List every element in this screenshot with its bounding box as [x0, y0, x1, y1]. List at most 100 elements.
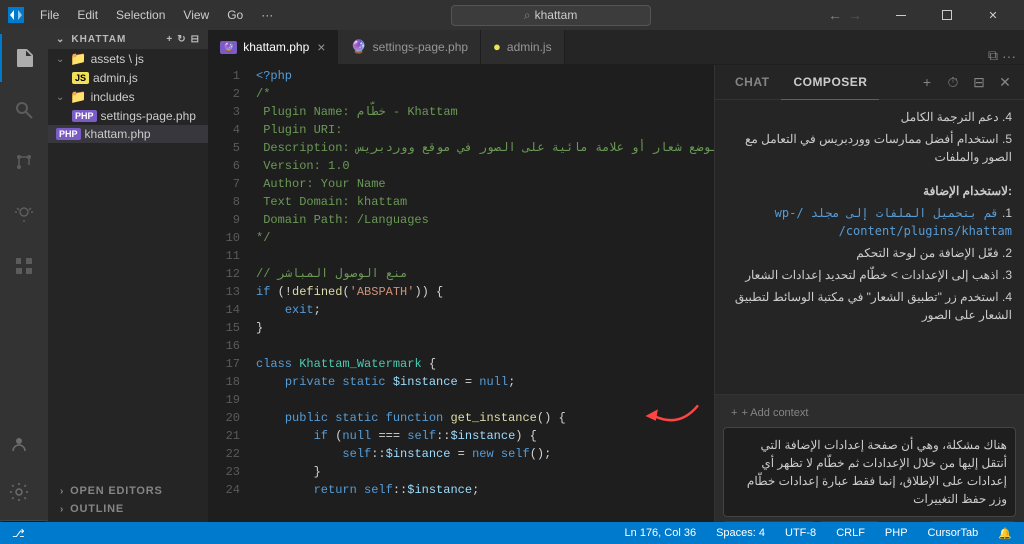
tab-close-icon[interactable]: ×: [317, 39, 325, 55]
tab-actions: ⧉ ···: [980, 47, 1024, 64]
panel-header-actions: + ⏱ ⊟ ✕: [916, 71, 1016, 93]
code-line-15: }: [248, 319, 714, 337]
js-tab-icon: ●: [493, 39, 501, 54]
sidebar-item-settings-page[interactable]: PHP settings-page.php: [48, 107, 208, 125]
sidebar-item-khattam[interactable]: PHP khattam.php: [48, 125, 208, 143]
new-chat-button[interactable]: +: [916, 71, 938, 93]
tab-chat[interactable]: CHAT: [723, 65, 781, 100]
sidebar-item-adminjs[interactable]: JS admin.js: [48, 69, 208, 87]
code-line-2: /*: [248, 85, 714, 103]
line-ending[interactable]: CRLF: [832, 527, 869, 539]
activity-explorer[interactable]: [0, 34, 48, 82]
sidebar-section-outline[interactable]: › OUTLINE: [48, 500, 208, 518]
code-line-14: exit;: [248, 301, 714, 319]
menu-selection[interactable]: Selection: [108, 6, 173, 24]
sidebar-item-label: khattam.php: [85, 127, 151, 141]
status-bar: ⎇ Ln 176, Col 36 Spaces: 4 UTF-8 CRLF PH…: [0, 522, 1024, 544]
chat-input-text: هناك مشكلة، وهي أن صفحة إعدادات الإضافة …: [747, 438, 1007, 506]
activity-debug[interactable]: [0, 190, 48, 238]
indentation[interactable]: Spaces: 4: [712, 527, 769, 539]
activity-account[interactable]: [0, 420, 43, 468]
sidebar-item-label: admin.js: [93, 71, 138, 85]
cursor-tool[interactable]: CursorTab: [924, 527, 983, 539]
activity-settings[interactable]: [0, 468, 43, 516]
chat-message-install-2: 2. فعّل الإضافة من لوحة التحكم: [727, 244, 1012, 262]
menu-view[interactable]: View: [175, 6, 217, 24]
app-icon: [8, 7, 24, 23]
code-line-5: Description: إضافة لوضع شعار أو علامة ما…: [248, 139, 714, 157]
maximize-button[interactable]: [924, 0, 970, 30]
editor-tabs: 🔮 khattam.php × 🔮 settings-page.php ● ad…: [208, 30, 1024, 65]
menu-more[interactable]: ···: [253, 6, 281, 24]
chat-input[interactable]: هناك مشكلة، وهي أن صفحة إعدادات الإضافة …: [723, 427, 1016, 517]
code-line-3: Plugin Name: خطّام - Khattam: [248, 103, 714, 121]
sidebar-refresh-icon[interactable]: ↻: [177, 34, 186, 45]
activity-git[interactable]: [0, 138, 48, 186]
plus-icon: +: [731, 407, 737, 419]
sidebar-new-file-icon[interactable]: +: [166, 34, 173, 45]
sidebar-item-label: settings-page.php: [101, 109, 196, 123]
chat-message-install-3: 3. اذهب إلى الإعدادات > خطّام لتحديد إعد…: [727, 266, 1012, 284]
code-line-24: return self::$instance;: [248, 481, 714, 499]
menu-file[interactable]: File: [32, 6, 67, 24]
activity-extensions[interactable]: [0, 242, 48, 290]
section-label: OUTLINE: [70, 503, 124, 515]
close-button[interactable]: ✕: [970, 0, 1016, 30]
chat-message-5: 5. استخدام أفضل ممارسات ووردبريس في التع…: [727, 130, 1012, 166]
nav-forward-icon[interactable]: →: [848, 7, 862, 23]
chat-message-install-title: :لاستخدام الإضافة: [727, 182, 1012, 200]
activity-search[interactable]: [0, 86, 48, 134]
tab-settings-page[interactable]: 🔮 settings-page.php: [338, 30, 481, 64]
chevron-right-icon: ›: [60, 504, 64, 515]
code-line-16: [248, 337, 714, 355]
add-context-button[interactable]: + + Add context: [723, 403, 1016, 423]
sidebar-item-assets[interactable]: ⌄ 📁 assets \ js: [48, 49, 208, 69]
sidebar-collapse-all-icon[interactable]: ⊟: [191, 34, 200, 45]
sidebar-section-open-editors[interactable]: › OPEN EDITORS: [48, 482, 208, 500]
close-panel-icon[interactable]: ✕: [994, 71, 1016, 93]
more-tabs-icon[interactable]: ···: [1002, 48, 1016, 64]
panel-settings-icon[interactable]: ⊟: [968, 71, 990, 93]
chat-message-install-1: 1. قم بتحميل الملفات إلى مجلد /wp-conten…: [727, 204, 1012, 240]
code-line-17: class Khattam_Watermark {: [248, 355, 714, 373]
chevron-down-icon: ⌄: [56, 54, 64, 65]
activity-bar: wpar.net: [0, 30, 48, 544]
nav-back-icon[interactable]: ←: [828, 7, 842, 23]
git-branch-icon[interactable]: ⎇: [8, 527, 29, 540]
encoding[interactable]: UTF-8: [781, 527, 820, 539]
bell-icon[interactable]: 🔔: [994, 527, 1016, 540]
code-line-10: */: [248, 229, 714, 247]
sidebar: ⌄ KHATTAM + ↻ ⊟ ⌄ 📁 assets \ js JS admin…: [48, 30, 208, 544]
cursor-position[interactable]: Ln 176, Col 36: [621, 527, 701, 539]
php-file-icon: PHP: [72, 110, 97, 122]
search-label[interactable]: khattam: [535, 8, 578, 22]
tab-adminjs[interactable]: ● admin.js: [481, 30, 565, 64]
php-file-icon: PHP: [56, 128, 81, 140]
menu-go[interactable]: Go: [219, 6, 251, 24]
sidebar-item-includes[interactable]: ⌄ 📁 includes: [48, 87, 208, 107]
title-bar-search-area: ⌕ khattam: [289, 5, 812, 26]
tab-label: admin.js: [507, 40, 552, 54]
split-editor-icon[interactable]: ⧉: [988, 47, 998, 64]
minimize-button[interactable]: [878, 0, 924, 30]
chevron-down-icon: ⌄: [56, 92, 64, 103]
status-bar-right: Ln 176, Col 36 Spaces: 4 UTF-8 CRLF PHP …: [621, 527, 1016, 540]
chat-message-install-4: 4. استخدم زر "تطبيق الشعار" في مكتبة الو…: [727, 288, 1012, 324]
tab-label: settings-page.php: [373, 40, 468, 54]
sidebar-title: KHATTAM: [71, 34, 126, 45]
code-line-22: self::$instance = new self();: [248, 445, 714, 463]
search-icon: ⌕: [524, 8, 531, 23]
code-view[interactable]: 12345 678910 1112131415 1617181920 21222…: [208, 65, 714, 544]
app-layout: wpar.net ⌄ KHATTAM + ↻ ⊟ ⌄ 📁 assets \ js…: [0, 30, 1024, 544]
menu-edit[interactable]: Edit: [69, 6, 106, 24]
chevron-right-icon: ›: [60, 486, 64, 497]
sidebar-collapse-icon[interactable]: ⌄: [56, 34, 65, 45]
tab-composer[interactable]: COMPOSER: [781, 65, 879, 100]
tab-label: khattam.php: [243, 40, 309, 54]
language-mode[interactable]: PHP: [881, 527, 912, 539]
code-line-9: Domain Path: /Languages: [248, 211, 714, 229]
history-icon[interactable]: ⏱: [942, 71, 964, 93]
php-tab-icon: 🔮: [220, 41, 237, 54]
tab-khattam[interactable]: 🔮 khattam.php ×: [208, 30, 338, 64]
right-panel: CHAT COMPOSER + ⏱ ⊟ ✕ 4. دعم الترجمة الك…: [714, 65, 1024, 544]
